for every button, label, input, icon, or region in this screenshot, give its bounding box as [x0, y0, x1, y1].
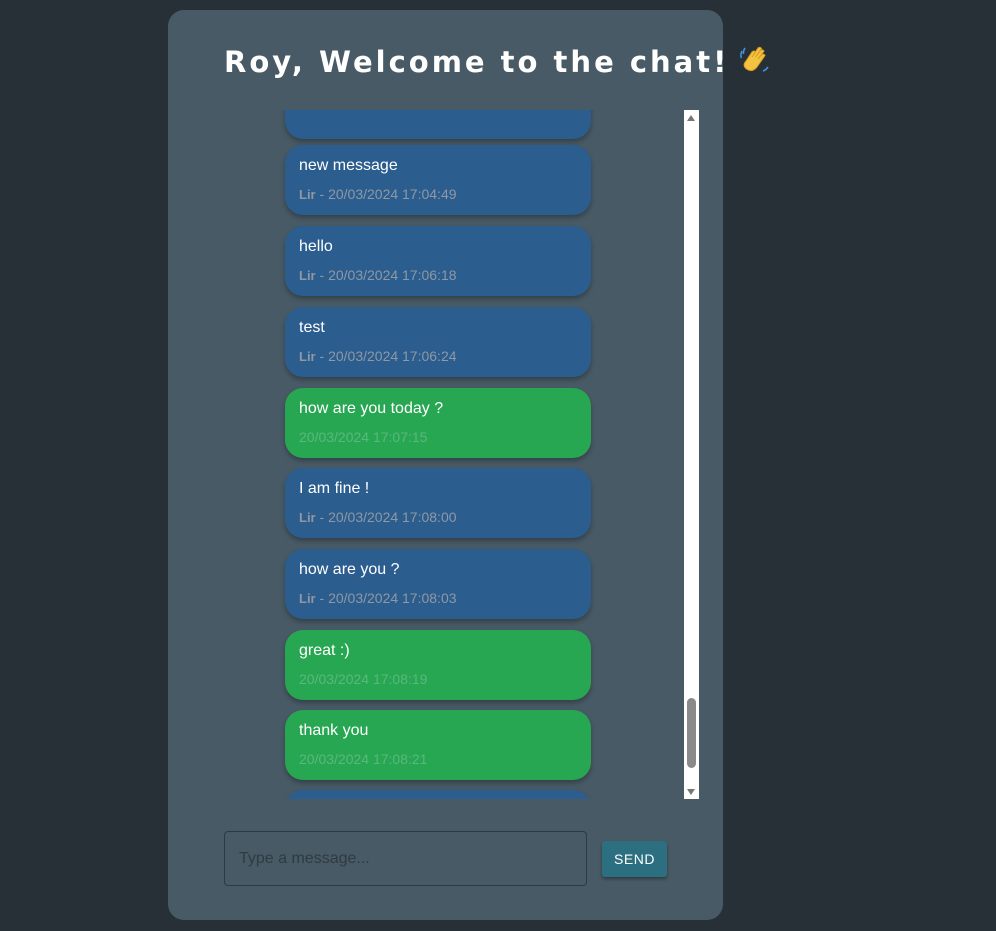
message-bubble: hello Lir - 20/03/2024 17:06:18	[285, 226, 591, 296]
message-bubble-own: how are you today ? 20/03/2024 17:07:15	[285, 388, 591, 458]
message-timestamp: - 20/03/2024 17:06:18	[315, 267, 457, 283]
message-meta: Lir - 20/03/2024 17:08:03	[299, 589, 457, 608]
message-timestamp: 20/03/2024 17:07:15	[299, 429, 428, 445]
message-meta: Lir - 20/03/2024 17:06:24	[299, 347, 457, 366]
scrollbar-thumb[interactable]	[687, 698, 696, 768]
page-title: Roy, Welcome to the chat!	[224, 42, 769, 86]
message-meta: 20/03/2024 17:08:19	[299, 670, 427, 688]
message-bubble: how are you ? Lir - 20/03/2024 17:08:03	[285, 549, 591, 619]
message-timestamp: - 20/03/2024 17:08:03	[315, 590, 457, 606]
scroll-up-arrow-icon[interactable]	[684, 110, 699, 125]
message-timestamp: 20/03/2024 17:08:21	[299, 751, 428, 767]
message-input[interactable]	[224, 831, 587, 886]
message-timestamp: - 20/03/2024 17:04:49	[315, 186, 457, 202]
message-text: hello	[299, 238, 333, 255]
message-list-scrollbar[interactable]	[684, 110, 699, 799]
message-text: test	[299, 319, 325, 336]
message-bubble: I am fine ! Lir - 20/03/2024 17:08:00	[285, 468, 591, 538]
chat-card: Roy, Welcome to the chat! new message Li…	[168, 10, 769, 920]
message-bubble: new message Lir - 20/03/2024 17:04:49	[285, 145, 591, 215]
scroll-down-arrow-icon[interactable]	[684, 784, 699, 799]
message-timestamp: 20/03/2024 17:08:19	[299, 671, 428, 687]
message-sender: Lir	[299, 268, 316, 283]
message-bubble	[285, 110, 591, 139]
message-meta: 20/03/2024 17:08:21	[299, 750, 427, 768]
message-meta: 20/03/2024 17:07:15	[299, 428, 427, 446]
message-bubble-own: thank you 20/03/2024 17:08:21	[285, 710, 591, 780]
message-bubble: :)	[285, 790, 591, 799]
message-text: great :)	[299, 642, 350, 659]
message-meta: Lir - 20/03/2024 17:08:00	[299, 508, 457, 527]
message-bubble: test Lir - 20/03/2024 17:06:24	[285, 307, 591, 377]
message-text: I am fine !	[299, 480, 370, 497]
waving-hand-icon	[737, 42, 771, 86]
message-sender: Lir	[299, 349, 316, 364]
message-sender: Lir	[299, 591, 316, 606]
message-text: new message	[299, 157, 398, 174]
message-meta: Lir - 20/03/2024 17:06:18	[299, 266, 457, 285]
message-sender: Lir	[299, 510, 316, 525]
message-text: how are you ?	[299, 561, 400, 578]
message-timestamp: - 20/03/2024 17:06:24	[315, 348, 457, 364]
message-list[interactable]: new message Lir - 20/03/2024 17:04:49 he…	[168, 110, 683, 799]
send-button[interactable]: SEND	[602, 841, 667, 877]
message-bubble-own: great :) 20/03/2024 17:08:19	[285, 630, 591, 700]
message-sender: Lir	[299, 187, 316, 202]
message-timestamp: - 20/03/2024 17:08:00	[315, 509, 457, 525]
message-text: how are you today ?	[299, 400, 444, 417]
message-meta: Lir - 20/03/2024 17:04:49	[299, 185, 457, 204]
message-text: thank you	[299, 722, 369, 739]
page-title-text: Roy, Welcome to the chat!	[224, 45, 730, 79]
